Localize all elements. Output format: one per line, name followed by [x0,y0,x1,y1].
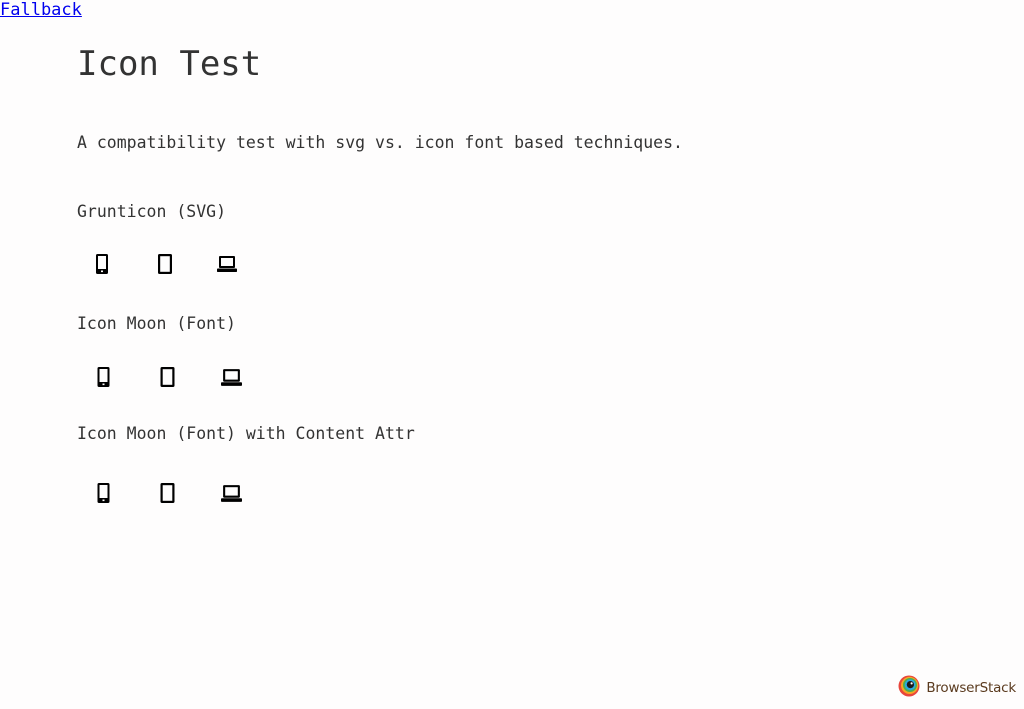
browserstack-brand-name: BrowserStack [926,680,1016,696]
icon-row-iconmoon-content-attr [0,483,300,505]
browserstack-logo-icon [898,675,920,701]
section-heading-grunticon: Grunticon (SVG) [77,202,227,221]
section-heading-iconmoon: Icon Moon (Font) [77,314,236,333]
phone-icon [96,254,108,274]
tablet-icon [160,367,175,387]
laptop-icon [221,485,242,502]
tablet-icon [160,483,175,503]
fallback-link[interactable]: Fallback [0,0,82,20]
icon-row-grunticon [0,254,300,276]
tablet-icon [158,254,172,274]
page-title: Icon Test [77,44,262,84]
laptop-icon [221,369,242,386]
section-heading-iconmoon-content-attr: Icon Moon (Font) with Content Attr [77,424,415,443]
phone-icon [97,367,110,387]
intro-text: A compatibility test with svg vs. icon f… [77,133,683,152]
laptop-icon [217,256,237,272]
icon-row-iconmoon [0,367,300,389]
phone-icon [97,483,110,503]
browserstack-branding: BrowserStack [898,675,1016,701]
